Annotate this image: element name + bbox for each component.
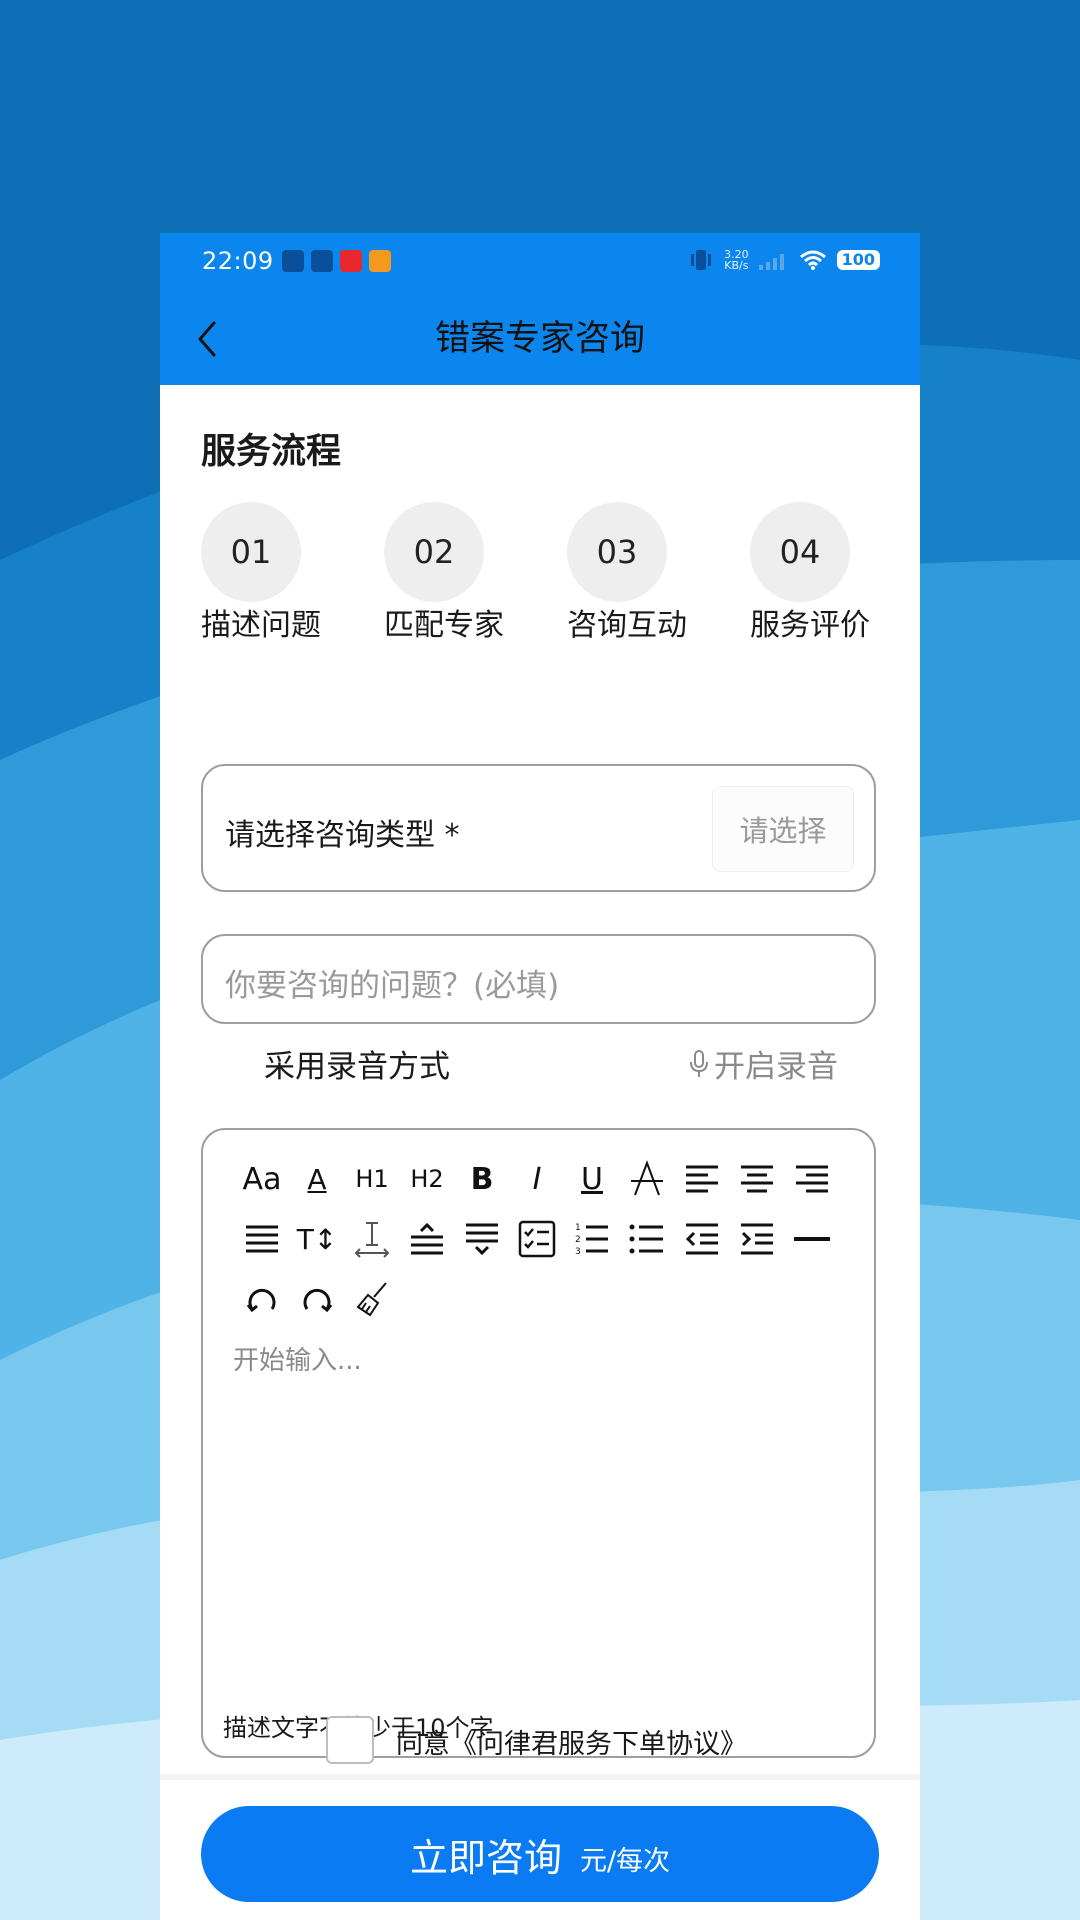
price-unit-label: 元/每次	[579, 1845, 671, 1877]
service-flow-steps: 01 描述问题 02 匹配专家 03 咨询互动 04 服务评价	[201, 502, 901, 644]
indent-icon[interactable]	[734, 1216, 780, 1262]
align-left-icon[interactable]	[679, 1156, 725, 1202]
italic-icon[interactable]: I	[514, 1156, 560, 1202]
bullet-list-icon[interactable]	[624, 1216, 670, 1262]
flow-step: 01 描述问题	[201, 502, 341, 644]
paragraph-spacing-below-icon[interactable]	[459, 1216, 505, 1262]
voice-row: 采用录音方式 开启录音	[160, 1041, 920, 1101]
consult-now-label: 立即咨询	[409, 1835, 562, 1880]
net-speed-unit: KB/s	[724, 259, 749, 272]
mail-icon	[311, 250, 333, 272]
status-time: 22:09	[202, 247, 274, 275]
signal-icon	[758, 254, 784, 270]
paragraph-spacing-above-icon[interactable]	[404, 1216, 450, 1262]
text-size-glyph: T↕	[296, 1222, 338, 1256]
status-app-icons	[282, 250, 391, 272]
svg-text:3: 3	[575, 1247, 581, 1257]
phone-screen: 22:09 3.20 KB/s 100 错案专家咨询 服务流程 01 描述问题 …	[160, 233, 920, 1920]
checklist-icon[interactable]	[514, 1216, 560, 1262]
start-recording-button[interactable]: 开启录音	[688, 1041, 838, 1086]
battery-indicator: 100	[836, 250, 880, 270]
heading2-glyph: H2	[410, 1165, 444, 1193]
ordered-list-icon[interactable]: 1 2 3	[569, 1216, 615, 1262]
app-red-icon	[340, 250, 362, 272]
step-number: 03	[567, 502, 667, 602]
flow-step: 03 咨询互动	[567, 502, 707, 644]
agreement-text: 同意《问律君服务下单协议》	[396, 1722, 747, 1761]
flow-step: 02 匹配专家	[384, 502, 524, 644]
heading1-icon[interactable]: H1	[349, 1156, 395, 1202]
header: 22:09 3.20 KB/s 100 错案专家咨询	[160, 233, 920, 385]
consult-type-field: 请选择咨询类型 * 请选择	[201, 764, 876, 892]
step-label: 描述问题	[201, 608, 321, 643]
agreement-link[interactable]: 《问律君服务下单协议》	[450, 1729, 747, 1760]
step-label: 咨询互动	[567, 608, 687, 643]
consult-type-select-button[interactable]: 请选择	[712, 786, 854, 872]
vibrate-icon	[691, 250, 712, 270]
horizontal-rule-icon[interactable]	[789, 1216, 835, 1262]
status-bar: 22:09 3.20 KB/s 100	[160, 233, 920, 293]
text-size-icon[interactable]: T↕	[294, 1216, 340, 1262]
underline-glyph: U	[581, 1161, 603, 1197]
font-color-icon[interactable]: A	[294, 1156, 340, 1202]
agreement-row: 同意《问律君服务下单协议》	[160, 1716, 920, 1768]
flow-step: 04 服务评价	[750, 502, 890, 644]
italic-glyph: I	[532, 1161, 542, 1197]
bold-glyph: B	[470, 1161, 494, 1197]
question-input[interactable]: 你要咨询的问题？(必填)	[201, 934, 876, 1024]
agreement-checkbox[interactable]	[326, 1716, 374, 1764]
start-recording-label: 开启录音	[714, 1049, 838, 1085]
underline-icon[interactable]: U	[569, 1156, 615, 1202]
wifi-icon	[799, 250, 826, 270]
svg-text:1: 1	[575, 1223, 581, 1233]
chevron-left-icon[interactable]	[188, 319, 228, 359]
navbar: 错案专家咨询	[160, 293, 920, 385]
align-center-icon[interactable]	[734, 1156, 780, 1202]
page-title: 错案专家咨询	[434, 319, 645, 359]
font-color-glyph: A	[307, 1162, 327, 1196]
heading2-icon[interactable]: H2	[404, 1156, 450, 1202]
editor-placeholder[interactable]: 开始输入...	[233, 1340, 362, 1377]
redo-icon[interactable]	[294, 1276, 340, 1322]
consult-now-button[interactable]: 立即咨询 元/每次	[201, 1806, 879, 1902]
consult-type-label: 请选择咨询类型 *	[225, 818, 460, 853]
svg-text:2: 2	[575, 1235, 581, 1245]
status-right: 3.20 KB/s 100	[688, 249, 880, 271]
net-speed: 3.20 KB/s	[724, 249, 749, 271]
app-orange-icon	[369, 250, 391, 272]
clear-format-icon[interactable]	[349, 1276, 395, 1322]
align-right-icon[interactable]	[789, 1156, 835, 1202]
agreement-prefix: 同意	[396, 1729, 450, 1760]
undo-icon[interactable]	[239, 1276, 285, 1322]
strikethrough-icon[interactable]	[624, 1156, 670, 1202]
font-size-icon[interactable]: Aa	[239, 1156, 285, 1202]
step-number: 04	[750, 502, 850, 602]
heading1-glyph: H1	[355, 1165, 389, 1193]
rich-text-editor: Aa A H1 H2 B I U T↕ 1 2 3 开始输入...	[201, 1128, 876, 1758]
font-size-glyph: Aa	[242, 1161, 282, 1197]
voice-mode-label: 采用录音方式	[264, 1049, 450, 1085]
microphone-icon	[690, 1049, 708, 1077]
line-height-icon[interactable]	[349, 1216, 395, 1262]
step-number: 02	[384, 502, 484, 602]
bold-icon[interactable]: B	[459, 1156, 505, 1202]
question-placeholder: 你要咨询的问题？(必填)	[225, 968, 560, 1004]
step-label: 服务评价	[750, 608, 870, 643]
step-label: 匹配专家	[384, 608, 504, 643]
footer-divider	[160, 1774, 920, 1780]
justify-icon[interactable]	[239, 1216, 285, 1262]
outdent-icon[interactable]	[679, 1216, 725, 1262]
step-number: 01	[201, 502, 301, 602]
service-flow-title: 服务流程	[201, 432, 342, 472]
clipboard-icon	[282, 250, 304, 272]
